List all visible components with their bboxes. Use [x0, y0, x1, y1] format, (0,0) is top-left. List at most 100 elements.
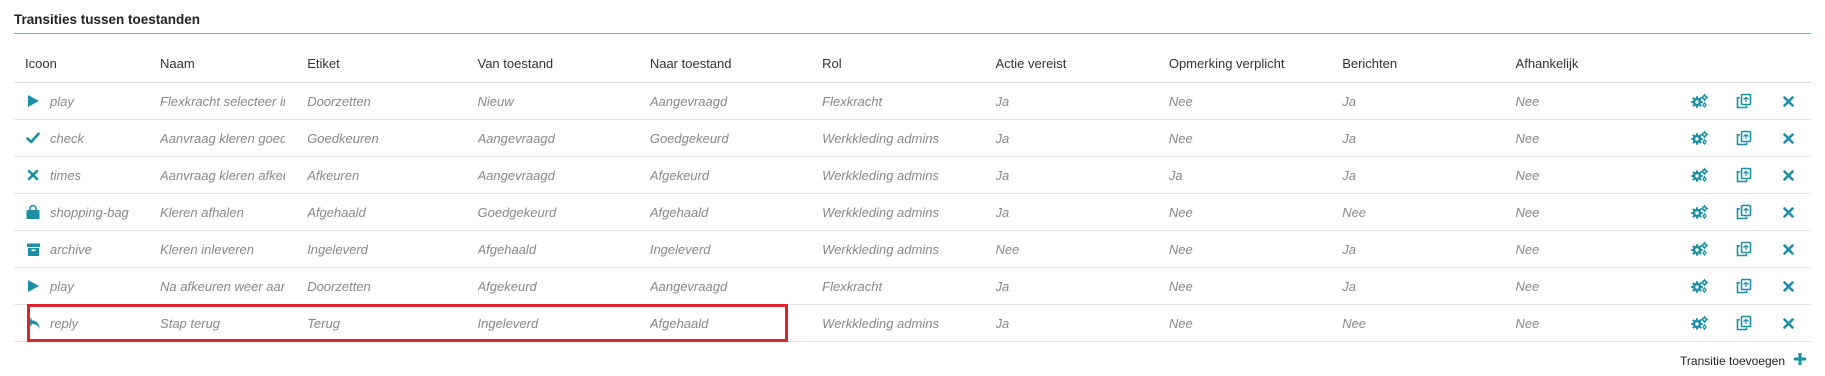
copy-button[interactable]: [1734, 313, 1754, 333]
cell-van-toestand: Nieuw: [466, 82, 639, 120]
table-row[interactable]: times Aanvraag kleren afkeuren Afkeuren Aan…: [14, 156, 1811, 194]
cell-opmerking-verplicht: Nee: [1157, 82, 1332, 120]
column-header-actions-2: [1722, 45, 1767, 83]
copy-button[interactable]: [1734, 276, 1754, 296]
icon-name-label: play: [50, 93, 74, 109]
table-row[interactable]: check Aanvraag kleren goedkeuren Goedkeure…: [14, 119, 1811, 157]
settings-button[interactable]: [1690, 276, 1710, 296]
cell-naam: Kleren inleveren: [149, 230, 297, 268]
cell-van-toestand-text: Nieuw: [477, 93, 514, 109]
cell-naam-text: Kleren afhalen: [160, 204, 244, 220]
cell-etiket-text: Afkeuren: [307, 167, 360, 183]
close-icon: [1783, 169, 1795, 181]
cell-etiket-text: Doorzetten: [307, 93, 371, 109]
cogs-icon: [1691, 204, 1709, 220]
cell-action: [1766, 119, 1811, 157]
cell-opmerking-verplicht: Nee: [1157, 119, 1332, 157]
delete-button[interactable]: [1779, 276, 1799, 296]
cell-berichten-text: Nee: [1342, 204, 1367, 220]
delete-button[interactable]: [1779, 313, 1799, 333]
cell-rol: Werkkleding admins: [811, 193, 985, 231]
cell-afhankelijk-text: Nee: [1515, 130, 1540, 146]
cell-afhankelijk: Nee: [1504, 304, 1678, 342]
cell-naam-text: Kleren inleveren: [160, 241, 254, 257]
settings-button[interactable]: [1690, 313, 1710, 333]
cell-rol-text: Werkkleding admins: [822, 241, 939, 257]
column-header-actions-3: [1766, 45, 1811, 83]
cogs-icon: [1691, 278, 1709, 294]
column-header-icoon: Icoon: [14, 45, 150, 83]
play-icon: [25, 93, 41, 109]
delete-button[interactable]: [1779, 239, 1799, 259]
settings-button[interactable]: [1690, 239, 1710, 259]
title-divider: [14, 33, 1811, 34]
cell-opmerking-verplicht-text: Nee: [1168, 241, 1193, 257]
table-row[interactable]: archive Kleren inleveren Ingeleverd Afgehaa…: [14, 230, 1811, 268]
cell-actie-vereist: Ja: [984, 267, 1158, 305]
table-row[interactable]: play Flexkracht selecteer inlener Doorzett…: [14, 82, 1811, 120]
cell-van-toestand: Afgekeurd: [466, 267, 639, 305]
copy-button[interactable]: [1734, 239, 1754, 259]
cell-naar-toestand-text: Aangevraagd: [649, 278, 728, 294]
cell-etiket: Goedkeuren: [296, 119, 467, 157]
delete-button[interactable]: [1779, 128, 1799, 148]
cell-action: [1722, 119, 1767, 157]
add-transition-button[interactable]: Transitie toevoegen: [1680, 352, 1807, 369]
cell-berichten-text: Ja: [1342, 130, 1356, 146]
settings-button[interactable]: [1690, 202, 1710, 222]
copy-button[interactable]: [1734, 165, 1754, 185]
settings-button[interactable]: [1690, 165, 1710, 185]
cell-rol-text: Werkkleding admins: [822, 167, 939, 183]
icon-name-label: play: [50, 278, 74, 294]
play-icon: [25, 278, 41, 294]
cell-rol: Werkkleding admins: [811, 156, 985, 194]
cell-van-toestand-text: Afgekeurd: [477, 278, 537, 294]
settings-button[interactable]: [1690, 128, 1710, 148]
cell-etiket-text: Afgehaald: [307, 204, 366, 220]
copy-icon: [1736, 130, 1752, 146]
table-row[interactable]: play Na afkeuren weer aanvragen Doorzetten…: [14, 267, 1811, 305]
cell-berichten: Ja: [1331, 267, 1505, 305]
cell-berichten: Ja: [1331, 119, 1505, 157]
copy-button[interactable]: [1734, 128, 1754, 148]
cell-van-toestand-text: Aangevraagd: [477, 167, 555, 183]
cell-opmerking-verplicht-text: Nee: [1168, 93, 1193, 109]
table-row[interactable]: shopping-bag Kleren afhalen Afgehaald Goedg…: [14, 193, 1811, 231]
cogs-icon: [1691, 241, 1709, 257]
cell-naam: Flexkracht selecteer inlener: [149, 82, 297, 120]
cell-action: [1677, 119, 1723, 157]
delete-button[interactable]: [1779, 202, 1799, 222]
icon-name-label: check: [50, 130, 84, 146]
cell-icoon: shopping-bag: [14, 193, 150, 231]
archive-icon: [25, 241, 41, 257]
cell-action: [1722, 304, 1767, 342]
cogs-icon: [1691, 130, 1709, 146]
settings-button[interactable]: [1690, 91, 1710, 111]
delete-button[interactable]: [1779, 165, 1799, 185]
cell-naar-toestand-text: Afgekeurd: [649, 167, 710, 183]
copy-button[interactable]: [1734, 91, 1754, 111]
copy-icon: [1736, 315, 1752, 331]
cell-berichten-text: Ja: [1342, 278, 1356, 294]
cell-naar-toestand: Afgehaald: [638, 193, 812, 231]
copy-button[interactable]: [1734, 202, 1754, 222]
cell-rol: Flexkracht: [811, 82, 985, 120]
cell-naam: Aanvraag kleren afkeuren: [149, 156, 297, 194]
cell-opmerking-verplicht-text: Nee: [1168, 278, 1193, 294]
cell-opmerking-verplicht: Nee: [1157, 304, 1332, 342]
cell-action: [1677, 193, 1723, 231]
cell-opmerking-verplicht-text: Nee: [1168, 315, 1193, 331]
cell-naam-text: Aanvraag kleren afkeuren: [160, 167, 285, 183]
cell-afhankelijk: Nee: [1504, 230, 1678, 268]
cell-berichten-text: Nee: [1342, 315, 1367, 331]
cell-action: [1722, 156, 1767, 194]
cell-actie-vereist: Nee: [984, 230, 1158, 268]
cell-icoon: check: [14, 119, 150, 157]
cell-etiket: Afgehaald: [296, 193, 467, 231]
cell-actie-vereist: Ja: [984, 304, 1158, 342]
delete-button[interactable]: [1779, 91, 1799, 111]
cell-action: [1722, 230, 1767, 268]
transitions-panel: Transities tussen toestanden Icoon Naam …: [14, 0, 1825, 342]
cell-rol-text: Flexkracht: [822, 278, 883, 294]
copy-icon: [1736, 241, 1752, 257]
